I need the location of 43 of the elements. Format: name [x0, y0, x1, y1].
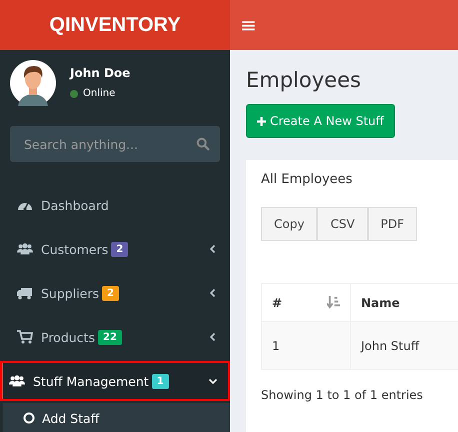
- chevron-down-icon: [208, 376, 218, 386]
- export-button[interactable]: Copy: [261, 207, 318, 241]
- app-logo[interactable]: QINVENTORY: [49, 14, 181, 36]
- menu-item[interactable]: Dashboard: [0, 183, 230, 227]
- page-title: Employees: [246, 67, 362, 94]
- circle-icon: [23, 412, 35, 424]
- cart-icon: [17, 330, 33, 344]
- count-badge: 2: [102, 286, 119, 300]
- users-icon: [17, 242, 33, 256]
- menu-item[interactable]: Products 22: [0, 315, 230, 359]
- column-header[interactable]: #: [262, 284, 350, 322]
- menu-item[interactable]: Suppliers 2: [0, 271, 230, 315]
- box-title: All Employees: [261, 172, 354, 187]
- menu-label: Dashboard: [41, 198, 109, 212]
- table-cell: John Stuff: [350, 322, 458, 370]
- count-badge: 1: [152, 374, 169, 388]
- submenu-label: Add Staff: [42, 410, 100, 426]
- chevron-left-icon: [208, 288, 218, 298]
- menu-toggle[interactable]: ≡: [232, 13, 265, 37]
- chevron-left-icon: [208, 244, 218, 254]
- count-badge: 22: [98, 330, 122, 344]
- sort-icon: [327, 296, 340, 309]
- menu-item[interactable]: Stuff Management 1: [0, 361, 230, 401]
- menu-label: Stuff Management: [33, 374, 149, 388]
- search-icon[interactable]: [196, 137, 210, 151]
- menu-label: Customers: [41, 242, 108, 256]
- search-input[interactable]: Search anything...: [24, 136, 196, 152]
- count-badge: 2: [111, 242, 128, 256]
- search-field[interactable]: Search anything...: [10, 126, 220, 162]
- plus-icon: [257, 116, 266, 126]
- menu-label: Products: [41, 330, 95, 344]
- chevron-left-icon: [208, 332, 218, 342]
- export-button[interactable]: PDF: [368, 207, 418, 241]
- submenu-item[interactable]: Add Staff: [3, 403, 230, 432]
- entries-info: Showing 1 to 1 of 1 entries: [261, 388, 424, 402]
- table-cell: 1: [262, 322, 350, 370]
- users-icon: [9, 374, 25, 388]
- user-status: Online: [83, 88, 116, 99]
- user-name: John Doe: [70, 66, 130, 80]
- menu-label: Suppliers: [41, 286, 100, 300]
- export-button[interactable]: CSV: [317, 207, 368, 241]
- truck-icon: [17, 286, 33, 300]
- menu-item[interactable]: Customers 2: [0, 227, 230, 271]
